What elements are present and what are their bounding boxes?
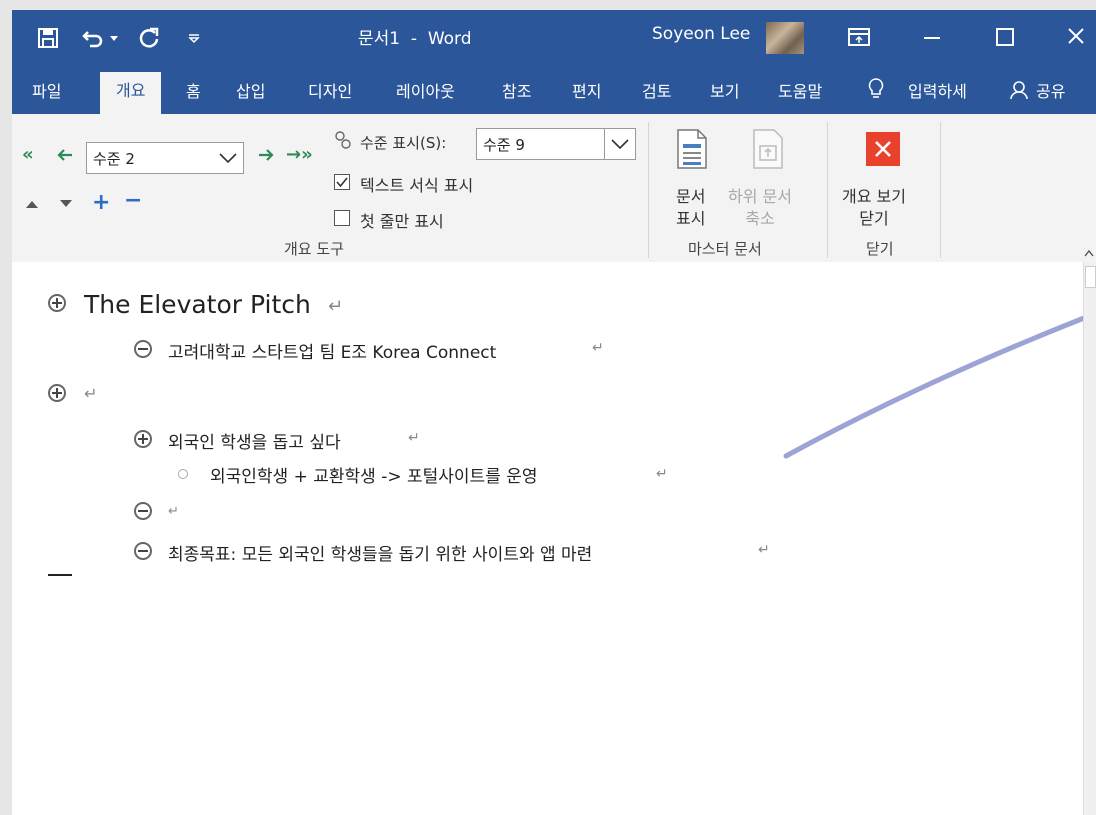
repeat-icon[interactable] [138,27,160,49]
heading-1-text[interactable]: The Elevator Pitch [84,290,311,319]
collapse-subdocuments-icon[interactable] [752,128,784,170]
paragraph-mark: ↵ [168,504,179,519]
outline-expand-symbol[interactable] [48,294,66,312]
body-text[interactable]: 외국인학생 + 교환학생 -> 포털사이트를 운영 [210,462,538,487]
outline-level-dropdown[interactable] [213,143,243,173]
ribbon-tab-bar: 파일 개요 홈 삽입 디자인 레이아웃 참조 편지 검토 보기 도움말 입력하세… [12,64,1096,114]
heading-3-text[interactable]: 외국인 학생을 돕고 싶다 [168,428,341,453]
outline-level-combo[interactable]: 수준 2 [86,142,244,174]
document-area[interactable]: The Elevator Pitch ↵ 고려대학교 스타트업 팀 E조 Kor… [12,262,1084,815]
show-first-line-only-checkbox[interactable] [334,210,350,226]
paragraph-mark: ↵ [758,542,770,558]
body-text-bullet[interactable] [178,469,188,479]
tab-insert[interactable]: 삽입 [236,78,265,102]
show-text-formatting-checkbox[interactable] [334,174,350,190]
tab-layout[interactable]: 레이아웃 [396,78,455,102]
expand-icon[interactable]: + [92,190,110,215]
group-separator [827,122,828,258]
chevron-down-icon [219,153,237,163]
undo-dropdown-icon[interactable] [110,36,118,42]
close-outline-view-icon[interactable] [866,132,900,166]
demote-icon[interactable] [258,148,274,162]
minimize-icon[interactable] [924,37,940,39]
collapse-icon[interactable]: − [124,188,142,213]
share-person-icon[interactable] [1010,80,1030,100]
collapse-ribbon-icon[interactable] [1084,250,1094,257]
vertical-scrollbar[interactable] [1083,262,1096,815]
close-outline-view-label[interactable]: 개요 보기 닫기 [842,186,906,230]
chevron-down-icon [611,139,629,149]
ribbon-outline-tools: « 수준 2 →» + − 수준 표시(S): 수준 9 텍스트 서식 표시 첫… [12,114,1096,263]
show-level-combo[interactable]: 수준 9 [476,128,636,160]
show-level-dropdown[interactable] [604,129,635,159]
close-x-icon [875,141,891,157]
demote-to-body-text-icon[interactable]: →» [286,144,313,165]
promote-icon[interactable] [57,148,73,162]
customize-toolbar-icon[interactable] [188,34,200,44]
lightbulb-icon[interactable] [868,78,884,100]
show-text-formatting-label: 텍스트 서식 표시 [360,176,474,195]
paragraph-mark: ↵ [408,430,420,446]
show-level-value: 수준 9 [483,136,525,154]
paragraph-mark: ↵ [328,296,344,317]
show-document-label[interactable]: 문서 표시 [676,186,705,230]
ribbon-display-options-icon[interactable] [848,28,870,46]
tab-outline[interactable]: 개요 [100,72,162,114]
scroll-up-arrow[interactable] [1085,266,1096,288]
document-title: 문서1 - Word [358,29,472,49]
tab-mailings[interactable]: 편지 [572,78,601,102]
show-document-icon[interactable] [676,128,708,170]
outline-collapse-symbol[interactable] [134,502,152,520]
outline-collapse-symbol[interactable] [134,340,152,358]
outline-collapse-symbol[interactable] [134,542,152,560]
close-icon[interactable] [1068,28,1084,44]
collapse-subdocuments-label: 하위 문서 축소 [728,187,792,228]
tab-references[interactable]: 참조 [502,78,531,102]
heading-3-text[interactable]: 최종목표: 모든 외국인 학생들을 돕기 위한 사이트와 앱 마련 [168,540,592,565]
outline-tools-group-label: 개요 도구 [284,240,344,258]
paragraph-mark: ↵ [592,340,604,356]
paragraph-mark: ↵ [656,466,668,482]
ink-stroke [783,315,1084,459]
tab-design[interactable]: 디자인 [308,78,352,102]
outline-expand-symbol[interactable] [48,384,66,402]
user-name[interactable]: Soyeon Lee [652,24,750,44]
tab-view[interactable]: 보기 [710,78,739,102]
share-button[interactable]: 공유 [1036,78,1065,102]
outline-expand-symbol[interactable] [134,430,152,448]
tell-me-search[interactable]: 입력하세 [908,78,967,102]
group-separator [648,122,649,258]
show-level-label: 수준 표시(S): [360,134,447,152]
checkmark-icon [336,177,348,188]
promote-to-heading1-icon[interactable]: « [22,144,34,165]
end-of-document-marker [48,574,72,576]
undo-icon[interactable] [82,28,104,48]
save-icon[interactable] [38,28,58,48]
show-first-line-only-label: 첫 줄만 표시 [360,212,444,231]
close-group-label: 닫기 [866,240,894,258]
maximize-icon[interactable] [996,28,1014,46]
outline-level-value: 수준 2 [93,150,135,168]
tab-review[interactable]: 검토 [642,78,671,102]
word-window: 문서1 - Word Soyeon Lee 파일 개요 홈 삽입 디자인 레이아… [12,10,1096,815]
master-document-group-label: 마스터 문서 [688,240,762,258]
avatar[interactable] [766,22,804,54]
group-separator [940,122,941,258]
tab-help[interactable]: 도움말 [778,78,822,102]
heading-2-text[interactable]: 고려대학교 스타트업 팀 E조 Korea Connect [168,338,496,363]
tab-file[interactable]: 파일 [32,78,61,102]
show-level-icon [335,131,351,149]
tab-home[interactable]: 홈 [186,78,201,102]
title-bar: 문서1 - Word Soyeon Lee [12,10,1096,64]
paragraph-mark: ↵ [84,384,98,403]
move-down-icon[interactable] [60,200,72,208]
move-up-icon[interactable] [26,200,38,208]
